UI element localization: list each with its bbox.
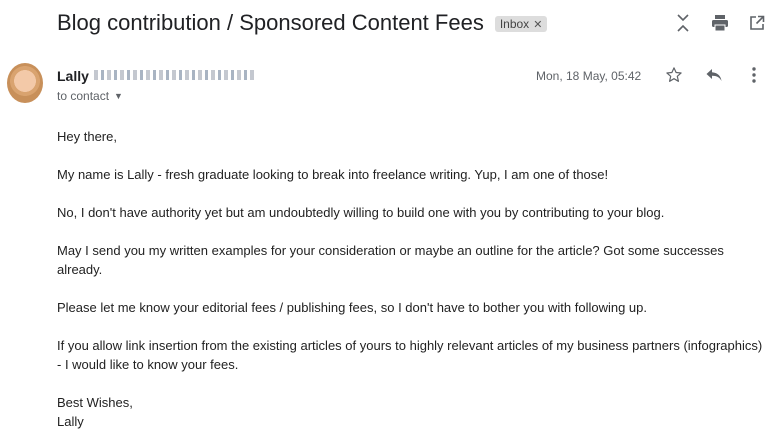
sender-email-redacted	[94, 70, 256, 80]
chevron-down-icon: ▼	[114, 91, 123, 101]
paragraph-authority: No, I don't have authority yet but am un…	[57, 205, 665, 220]
email-subject: Blog contribution / Sponsored Content Fe…	[57, 10, 484, 35]
email-date: Mon, 18 May, 05:42	[536, 69, 642, 83]
avatar[interactable]	[7, 63, 43, 103]
message-actions	[664, 65, 764, 85]
more-vert-icon[interactable]	[744, 65, 764, 85]
subject-row: Blog contribution / Sponsored Content Fe…	[57, 10, 548, 36]
recipient-label: to contact	[57, 89, 110, 103]
email-view: Blog contribution / Sponsored Content Fe…	[0, 0, 784, 442]
reply-icon[interactable]	[704, 65, 724, 85]
greeting: Hey there,	[57, 129, 117, 144]
star-icon[interactable]	[664, 65, 684, 85]
signature: Lally	[57, 414, 84, 429]
thread-toolbar	[673, 13, 767, 33]
paragraph-link-insertion: If you allow link insertion from the exi…	[57, 338, 763, 372]
paragraph-fees: Please let me know your editorial fees /…	[57, 300, 647, 315]
paragraph-examples: May I send you my written examples for y…	[57, 243, 724, 277]
remove-label-icon[interactable]: ✕	[533, 18, 542, 31]
email-body: Hey there, My name is Lally - fresh grad…	[57, 127, 769, 431]
inbox-label-text: Inbox	[499, 17, 530, 31]
inbox-label-chip[interactable]: Inbox ✕	[494, 16, 548, 32]
sender-name[interactable]: Lally	[57, 68, 89, 84]
closing: Best Wishes,	[57, 395, 133, 410]
paragraph-intro: My name is Lally - fresh graduate lookin…	[57, 167, 609, 182]
expand-collapse-icon[interactable]	[673, 13, 693, 33]
recipient-details-toggle[interactable]: to contact ▼	[57, 89, 123, 103]
open-new-window-icon[interactable]	[747, 13, 767, 33]
print-icon[interactable]	[710, 13, 730, 33]
